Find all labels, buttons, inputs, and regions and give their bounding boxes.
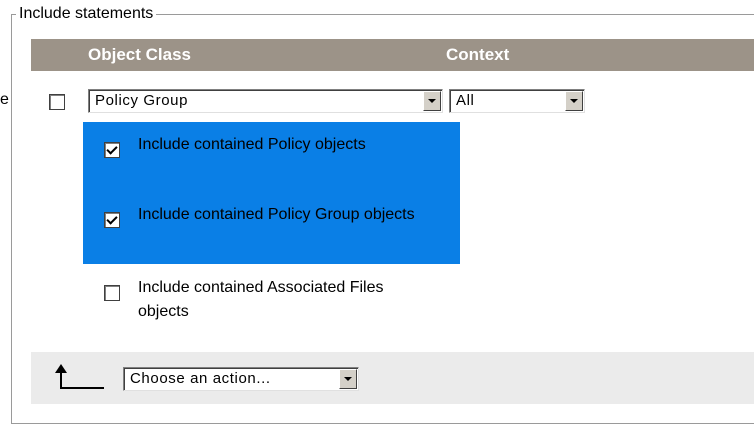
fieldset-border-left bbox=[11, 14, 12, 424]
chevron-down-icon[interactable] bbox=[565, 91, 583, 111]
context-select-value: All bbox=[456, 92, 475, 109]
table-header: Object Class Context bbox=[31, 39, 754, 71]
action-select[interactable]: Choose an action... bbox=[123, 367, 359, 391]
action-select-value: Choose an action... bbox=[130, 370, 271, 387]
chevron-down-icon[interactable] bbox=[423, 91, 441, 111]
row-select-checkbox[interactable] bbox=[49, 94, 65, 110]
chevron-down-icon[interactable] bbox=[339, 369, 357, 389]
clipped-label-fragment: e bbox=[0, 91, 9, 108]
up-arrow-icon bbox=[55, 364, 104, 389]
include-policy-group-objects-checkbox[interactable] bbox=[104, 212, 120, 228]
include-policy-objects-checkbox[interactable] bbox=[104, 142, 120, 158]
include-policy-group-objects-label[interactable]: Include contained Policy Group objects bbox=[138, 203, 438, 227]
fieldset-border-bottom bbox=[11, 423, 754, 424]
include-associated-files-objects-checkbox[interactable] bbox=[104, 285, 120, 301]
object-class-select-value: Policy Group bbox=[95, 92, 189, 109]
column-header-context: Context bbox=[446, 45, 510, 64]
include-policy-objects-label[interactable]: Include contained Policy objects bbox=[138, 133, 438, 157]
object-class-select[interactable]: Policy Group bbox=[88, 89, 443, 113]
fieldset-legend: Include statements bbox=[16, 4, 157, 24]
column-header-object-class: Object Class bbox=[88, 45, 191, 64]
include-associated-files-objects-label[interactable]: Include contained Associated Files objec… bbox=[138, 276, 438, 324]
context-select[interactable]: All bbox=[449, 89, 585, 113]
